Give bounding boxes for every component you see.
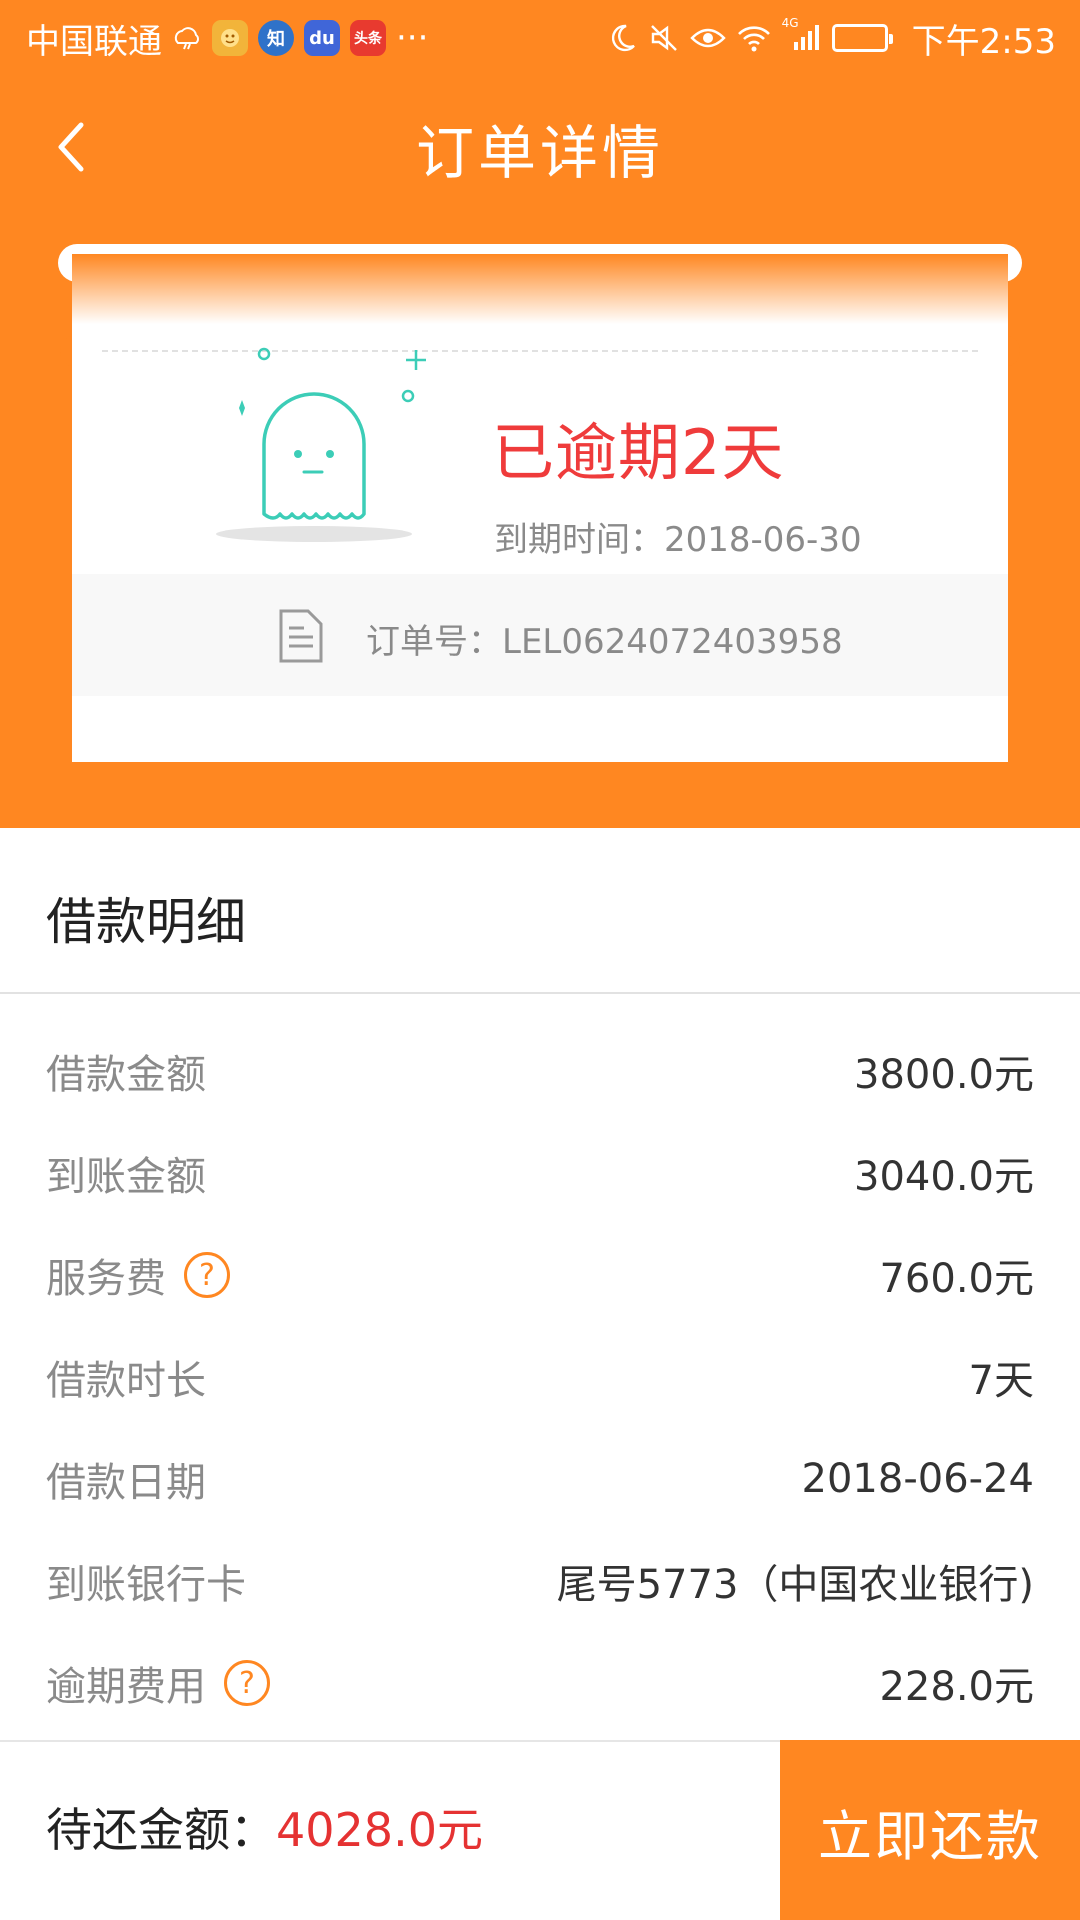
detail-value: 3800.0元 (854, 1052, 1034, 1098)
signal-icon: 4G (782, 16, 822, 54)
detail-row-service-fee: 服务费? 760.0元 (0, 1224, 1080, 1326)
header-background: 中国联通 知 du 头条 ··· 4G 下午2:53 订单详情 已逾期2天 到期… (0, 0, 1080, 828)
repay-now-button[interactable]: 立即还款 (780, 1740, 1080, 1920)
status-time: 下午2:53 (911, 21, 1056, 62)
due-date-label: 到期时间： (494, 520, 664, 560)
page-title: 订单详情 (415, 119, 664, 187)
amount-due: 待还金额： 4028.0元 (46, 1794, 483, 1860)
eye-icon (689, 22, 726, 54)
detail-label: 借款时长 (46, 1358, 206, 1404)
status-bar-left: 中国联通 知 du 头条 ··· (26, 14, 428, 63)
order-number-row: 订单号：LEL0624072403958 (366, 614, 843, 663)
network-type: 4G (781, 16, 799, 30)
detail-value: 228.0元 (879, 1664, 1034, 1710)
due-date-value: 2018-06-30 (664, 520, 862, 560)
amount-due-label: 待还金额： (46, 1803, 276, 1857)
order-number-label: 订单号： (366, 622, 502, 662)
title-bar: 订单详情 (0, 76, 1080, 220)
zhihu-icon: 知 (258, 20, 294, 56)
status-bar-right: 4G 下午2:53 (606, 14, 1056, 63)
detail-label: 到账金额 (46, 1154, 206, 1200)
card-shadow (72, 254, 1008, 324)
section-title-loan-details: 借款明细 (46, 893, 246, 951)
back-button[interactable] (36, 112, 106, 182)
detail-value: 2018-06-24 (801, 1456, 1034, 1502)
battery-icon (831, 24, 893, 52)
document-icon (279, 609, 323, 663)
detail-row-loan-date: 借款日期 2018-06-24 (0, 1428, 1080, 1530)
detail-label: 借款日期 (46, 1460, 206, 1506)
detail-label: 到账银行卡 (46, 1562, 246, 1608)
loan-detail-list: 借款金额 3800.0元 到账金额 3040.0元 服务费? 760.0元 借款… (0, 1020, 1080, 1734)
amount-due-value: 4028.0元 (276, 1803, 483, 1857)
detail-value: 3040.0元 (854, 1154, 1034, 1200)
help-icon[interactable]: ? (224, 1660, 270, 1706)
baidu-icon: du (304, 20, 340, 56)
bottom-bar: 待还金额： 4028.0元 立即还款 (0, 1740, 1080, 1920)
detail-row-loan-amount: 借款金额 3800.0元 (0, 1020, 1080, 1122)
order-status-card: 已逾期2天 到期时间：2018-06-30 订单号：LEL06240724039… (72, 254, 1008, 762)
moon-icon (606, 22, 638, 54)
order-number-value: LEL0624072403958 (502, 622, 843, 662)
weather-icon (172, 23, 202, 53)
order-number-band: 订单号：LEL0624072403958 (72, 574, 1008, 696)
mute-icon (648, 22, 680, 54)
detail-row-overdue-fee: 逾期费用? 228.0元 (0, 1632, 1080, 1734)
more-notifications: ··· (396, 18, 429, 58)
carrier-name: 中国联通 (26, 21, 162, 62)
wifi-icon (736, 22, 772, 54)
detail-label: 逾期费用 (46, 1664, 206, 1710)
status-bar: 中国联通 知 du 头条 ··· 4G 下午2:53 (0, 0, 1080, 76)
detail-value: 7天 (968, 1358, 1034, 1404)
detail-value: 尾号5773（中国农业银行) (556, 1562, 1034, 1608)
due-date-row: 到期时间：2018-06-30 (494, 512, 862, 561)
game-icon (212, 20, 248, 56)
detail-row-loan-term: 借款时长 7天 (0, 1326, 1080, 1428)
section-divider (0, 992, 1080, 994)
detail-value: 760.0元 (879, 1256, 1034, 1302)
detail-label: 借款金额 (46, 1052, 206, 1098)
ghost-illustration-icon (216, 347, 426, 542)
detail-row-received-amount: 到账金额 3040.0元 (0, 1122, 1080, 1224)
help-icon[interactable]: ? (184, 1252, 230, 1298)
chevron-left-icon (58, 122, 84, 172)
detail-row-bank-card: 到账银行卡 尾号5773（中国农业银行) (0, 1530, 1080, 1632)
toutiao-icon: 头条 (350, 20, 386, 56)
detail-label: 服务费 (46, 1256, 166, 1302)
overdue-status: 已逾期2天 (492, 416, 785, 489)
